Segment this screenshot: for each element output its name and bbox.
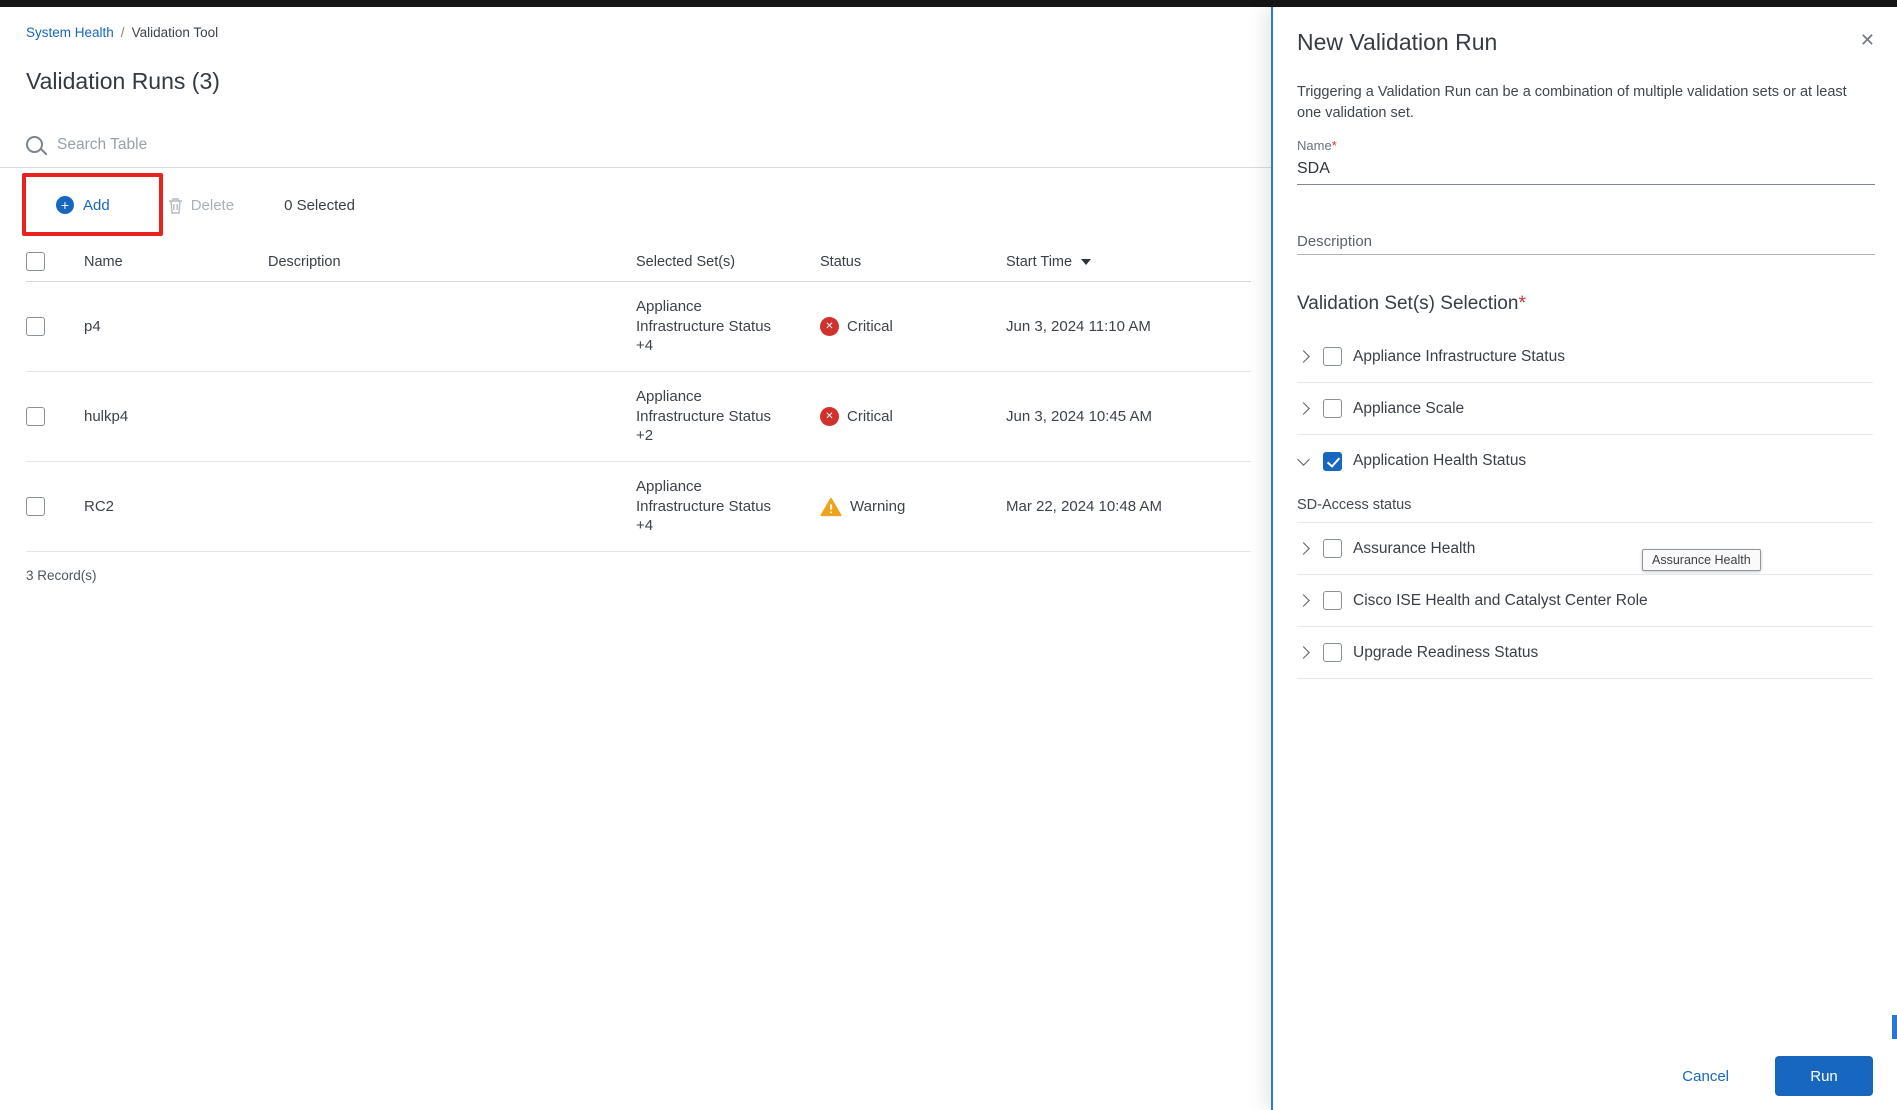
page-title: Validation Runs (3) <box>26 68 1271 98</box>
table-header-row: Name Description Selected Set(s) Status … <box>26 242 1251 282</box>
chevron-right-icon[interactable] <box>1297 542 1310 555</box>
description-input[interactable] <box>1297 219 1875 255</box>
row-checkbox[interactable] <box>26 497 45 516</box>
add-button[interactable]: + Add <box>56 196 110 214</box>
set-checkbox[interactable] <box>1323 539 1342 558</box>
cell-name: p4 <box>84 318 268 335</box>
breadcrumb: System Health / Validation Tool <box>26 23 1271 41</box>
cell-selected-sets: Appliance Infrastructure Status +4 <box>636 477 788 536</box>
status-label: Warning <box>850 498 905 515</box>
header-description: Description <box>268 254 636 270</box>
row-checkbox[interactable] <box>26 407 45 426</box>
set-item-cisco-ise-health[interactable]: Cisco ISE Health and Catalyst Center Rol… <box>1297 575 1873 627</box>
validation-sets-heading: Validation Set(s) Selection* <box>1297 293 1873 315</box>
critical-status-icon: ✕ <box>820 407 839 426</box>
set-child-sd-access-status[interactable]: SD-Access status <box>1297 487 1873 523</box>
set-checkbox[interactable] <box>1323 591 1342 610</box>
search-bar <box>0 122 1271 168</box>
search-input[interactable] <box>57 136 957 154</box>
table-toolbar: + Add Delete 0 Selected <box>0 174 1271 236</box>
header-name: Name <box>84 254 268 270</box>
chevron-right-icon[interactable] <box>1297 402 1310 415</box>
panel-title: New Validation Run <box>1297 29 1873 56</box>
status-badge: ✕ Critical <box>820 407 1006 426</box>
table-row: hulkp4 Appliance Infrastructure Status +… <box>26 372 1251 462</box>
panel-intro-text: Triggering a Validation Run can be a com… <box>1297 82 1863 124</box>
required-asterisk: * <box>1332 138 1337 153</box>
name-field-label: Name* <box>1297 138 1873 153</box>
scrollbar-thumb[interactable] <box>1892 1015 1897 1039</box>
validation-set-list: Appliance Infrastructure Status Applianc… <box>1297 331 1873 679</box>
cell-name: RC2 <box>84 498 268 515</box>
chevron-down-icon[interactable] <box>1297 453 1310 466</box>
set-checkbox[interactable] <box>1323 643 1342 662</box>
close-icon[interactable]: ✕ <box>1860 31 1875 49</box>
chevron-right-icon[interactable] <box>1297 594 1310 607</box>
cell-start-time: Mar 22, 2024 10:48 AM <box>1006 498 1251 515</box>
set-item-upgrade-readiness-status[interactable]: Upgrade Readiness Status <box>1297 627 1873 679</box>
top-bar <box>0 0 1897 7</box>
panel-footer: Cancel Run <box>1682 1056 1873 1096</box>
header-start-time[interactable]: Start Time <box>1006 254 1251 270</box>
breadcrumb-current: Validation Tool <box>132 25 219 40</box>
add-button-label: Add <box>83 197 110 214</box>
header-status: Status <box>820 254 1006 270</box>
run-button[interactable]: Run <box>1775 1056 1873 1096</box>
set-checkbox[interactable] <box>1323 399 1342 418</box>
set-item-assurance-health[interactable]: Assurance Health Assurance Health <box>1297 523 1873 575</box>
sort-caret-down-icon <box>1081 259 1091 265</box>
plus-circle-icon: + <box>56 196 74 214</box>
set-item-application-health-status[interactable]: Application Health Status <box>1297 435 1873 487</box>
cell-name: hulkp4 <box>84 408 268 425</box>
set-item-appliance-scale[interactable]: Appliance Scale <box>1297 383 1873 435</box>
new-validation-run-panel: New Validation Run ✕ Triggering a Valida… <box>1271 7 1897 1110</box>
set-checkbox[interactable] <box>1323 347 1342 366</box>
cell-start-time: Jun 3, 2024 10:45 AM <box>1006 408 1251 425</box>
cell-start-time: Jun 3, 2024 11:10 AM <box>1006 318 1251 335</box>
delete-button[interactable]: Delete <box>168 197 234 214</box>
table-row: p4 Appliance Infrastructure Status +4 ✕ … <box>26 282 1251 372</box>
critical-status-icon: ✕ <box>820 317 839 336</box>
record-count: 3 Record(s) <box>26 568 1271 583</box>
trash-icon <box>168 197 183 214</box>
table-row: RC2 Appliance Infrastructure Status +4 W… <box>26 462 1251 552</box>
search-icon <box>26 136 43 153</box>
set-checkbox-checked[interactable] <box>1323 452 1342 471</box>
cell-selected-sets: Appliance Infrastructure Status +2 <box>636 387 788 446</box>
cell-selected-sets: Appliance Infrastructure Status +4 <box>636 297 788 356</box>
main-content: System Health / Validation Tool Validati… <box>0 7 1271 1110</box>
cancel-button[interactable]: Cancel <box>1682 1068 1729 1085</box>
row-checkbox[interactable] <box>26 317 45 336</box>
status-label: Critical <box>847 318 893 335</box>
header-selected-sets: Selected Set(s) <box>636 254 820 270</box>
required-asterisk: * <box>1518 293 1525 314</box>
name-input[interactable] <box>1297 153 1875 185</box>
chevron-right-icon[interactable] <box>1297 646 1310 659</box>
breadcrumb-link-system-health[interactable]: System Health <box>26 25 114 40</box>
set-item-appliance-infrastructure-status[interactable]: Appliance Infrastructure Status <box>1297 331 1873 383</box>
assurance-health-tooltip: Assurance Health <box>1642 549 1761 571</box>
selected-count: 0 Selected <box>284 197 355 214</box>
breadcrumb-separator: / <box>121 25 125 40</box>
status-label: Critical <box>847 408 893 425</box>
status-badge: Warning <box>820 497 1006 517</box>
select-all-checkbox[interactable] <box>26 252 45 271</box>
status-badge: ✕ Critical <box>820 317 1006 336</box>
warning-status-icon <box>820 497 842 517</box>
delete-button-label: Delete <box>191 197 234 214</box>
validation-runs-table: Name Description Selected Set(s) Status … <box>26 242 1251 552</box>
chevron-right-icon[interactable] <box>1297 350 1310 363</box>
